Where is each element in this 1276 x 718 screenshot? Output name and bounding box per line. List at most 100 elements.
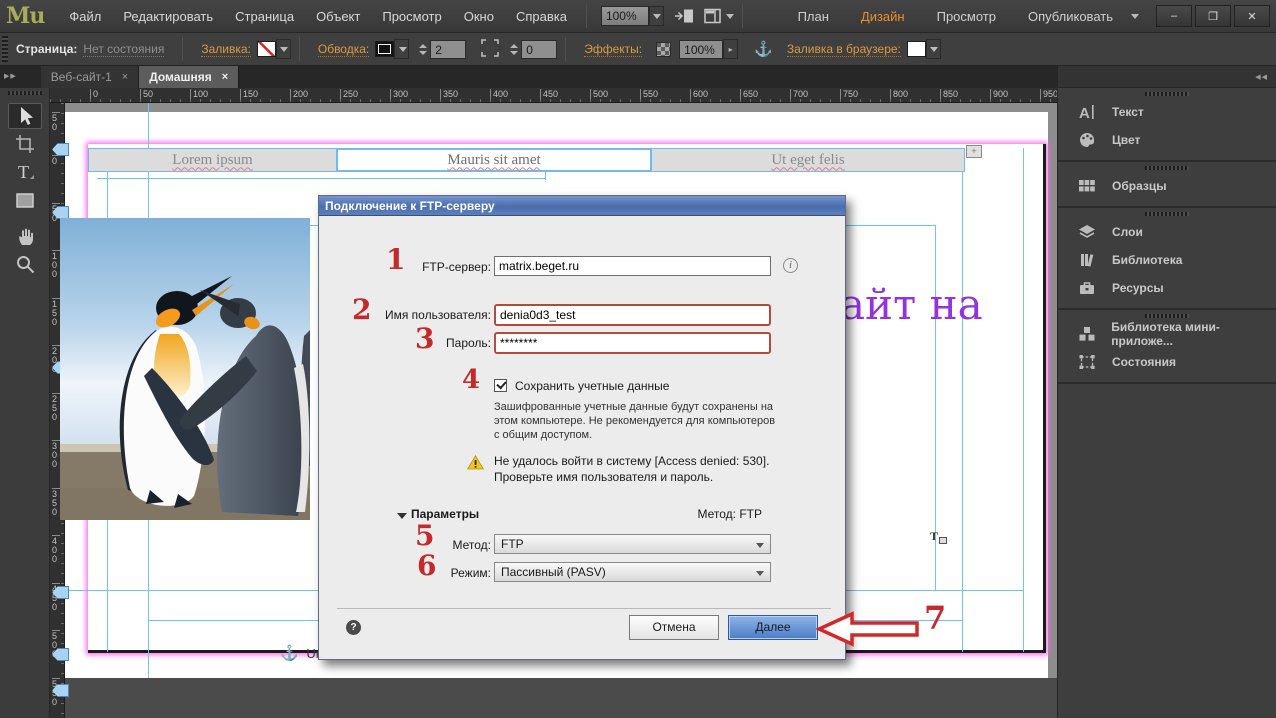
- corner-radius-value[interactable]: 0: [521, 40, 557, 59]
- corner-radius-stepper[interactable]: [510, 44, 518, 55]
- element-handle-icon[interactable]: +: [966, 145, 982, 158]
- dialog-titlebar[interactable]: Подключение к FTP-серверу: [319, 196, 845, 216]
- fill-swatch-none[interactable]: [257, 41, 276, 57]
- mode-preview[interactable]: Просмотр: [921, 0, 1012, 33]
- horizontal-ruler[interactable]: 0501001502002503003504004505005506006507…: [50, 88, 1057, 103]
- panel-grip[interactable]: [1145, 92, 1189, 96]
- nav-item-lorem-ipsum[interactable]: Lorem ipsum: [89, 149, 337, 171]
- panel-assets[interactable]: Ресурсы: [1058, 274, 1276, 302]
- stroke-dropdown-button[interactable]: [394, 39, 409, 59]
- mode-design[interactable]: Дизайн: [845, 0, 921, 33]
- stroke-width-stepper[interactable]: [419, 44, 427, 55]
- ftp-server-input[interactable]: [494, 256, 771, 276]
- menu-view[interactable]: Просмотр: [371, 0, 452, 33]
- panel-grip[interactable]: [1145, 314, 1189, 318]
- window-close-button[interactable]: ✕: [1234, 5, 1270, 27]
- stroke-swatch[interactable]: [375, 41, 394, 57]
- effects-label[interactable]: Эффекты:: [584, 42, 642, 57]
- effects-opacity-value[interactable]: 100%: [679, 40, 723, 59]
- new-page-icon[interactable]: [674, 8, 694, 24]
- panel-grip[interactable]: [8, 91, 42, 95]
- menu-file[interactable]: Файл: [58, 0, 112, 33]
- divider: [586, 4, 587, 28]
- menu-window[interactable]: Окно: [453, 0, 505, 33]
- text-frame-icon[interactable]: T: [930, 529, 947, 544]
- save-credentials-checkbox[interactable]: [494, 379, 507, 392]
- guide-line[interactable]: [1023, 148, 1024, 652]
- nav-item-mauris-sit-amet[interactable]: Mauris sit amet: [337, 149, 652, 171]
- guide-line[interactable]: [962, 148, 963, 652]
- panel-states[interactable]: Состояния: [1058, 348, 1276, 376]
- fill-dropdown-button[interactable]: [276, 39, 291, 59]
- panel-color[interactable]: Цвет: [1058, 126, 1276, 154]
- zoom-tool[interactable]: [8, 251, 42, 277]
- text-tool[interactable]: T: [8, 159, 42, 185]
- window-restore-button[interactable]: ❐: [1195, 5, 1231, 27]
- rectangle-tool[interactable]: [8, 187, 42, 213]
- menu-widget: Lorem ipsum Mauris sit amet Ut eget feli…: [88, 148, 965, 172]
- effects-expand-button[interactable]: ▸: [723, 39, 738, 59]
- effects-opacity-icon[interactable]: [656, 42, 671, 57]
- pasteboard-lower: [65, 678, 1057, 718]
- mode-plan[interactable]: План: [782, 0, 845, 33]
- selection-arrow-icon: [14, 105, 36, 127]
- fill-label[interactable]: Заливка:: [201, 42, 251, 57]
- ruler-label: 0: [90, 89, 98, 99]
- ruler-label: 600: [690, 89, 708, 99]
- window-minimize-button[interactable]: –: [1156, 5, 1192, 27]
- browser-fill-dropdown-button[interactable]: [926, 39, 941, 59]
- annotation-number-6: 6: [417, 552, 436, 580]
- crop-tool[interactable]: [8, 131, 42, 157]
- mode-publish[interactable]: Опубликовать: [1012, 0, 1129, 33]
- red-arrow-annotation: [816, 610, 920, 653]
- collapse-panels-icon[interactable]: ◀◀: [1255, 73, 1268, 81]
- page-state-value[interactable]: Нет состояния: [83, 42, 164, 57]
- tab-close-icon[interactable]: ×: [222, 71, 228, 83]
- info-icon[interactable]: i: [783, 258, 798, 273]
- panel-swatches[interactable]: Образцы: [1058, 172, 1276, 200]
- panel-grip[interactable]: [1145, 212, 1189, 216]
- browser-fill-label[interactable]: Заливка в браузере:: [787, 42, 901, 57]
- method-select[interactable]: FTP: [494, 534, 771, 554]
- browser-fill-swatch[interactable]: [907, 41, 926, 57]
- help-icon[interactable]: ?: [346, 620, 361, 635]
- publish-dropdown-icon[interactable]: [1131, 14, 1139, 19]
- section-collapse-icon[interactable]: [397, 513, 407, 519]
- ruler-label: 350: [52, 488, 60, 517]
- panel-grip[interactable]: [2, 36, 8, 62]
- ruler-label: 200: [290, 89, 308, 99]
- username-input[interactable]: [494, 304, 771, 326]
- hand-tool[interactable]: [8, 223, 42, 249]
- ruler-label: 450: [540, 89, 558, 99]
- penguins-image[interactable]: [60, 218, 310, 520]
- next-button[interactable]: Далее: [728, 615, 818, 640]
- guide-line[interactable]: [97, 178, 545, 179]
- menu-page[interactable]: Страница: [224, 0, 305, 33]
- tab-website-1[interactable]: Веб-сайт-1 ×: [41, 66, 139, 88]
- anchor-tool-icon[interactable]: ⚓: [754, 40, 773, 58]
- menu-help[interactable]: Справка: [505, 0, 578, 33]
- page-anchor-label[interactable]: ⚓ Un: [276, 644, 323, 662]
- tab-close-icon[interactable]: ×: [122, 71, 128, 83]
- page-headline-text[interactable]: айт на: [840, 280, 983, 329]
- library-icon: [1076, 251, 1098, 269]
- password-input[interactable]: [494, 332, 771, 354]
- stroke-label[interactable]: Обводка:: [318, 42, 369, 57]
- panel-text[interactable]: A Текст: [1058, 98, 1276, 126]
- expand-left-panel-icon[interactable]: ▶▶: [4, 72, 17, 80]
- panel-layers[interactable]: Слои: [1058, 218, 1276, 246]
- panel-widgets-library[interactable]: Библиотека мини-приложе...: [1058, 320, 1276, 348]
- cancel-button[interactable]: Отмена: [629, 615, 719, 640]
- panel-library[interactable]: Библиотека: [1058, 246, 1276, 274]
- mode-select[interactable]: Пассивный (PASV): [494, 562, 771, 582]
- zoom-dropdown-button[interactable]: [649, 6, 664, 26]
- tab-home[interactable]: Домашняя ×: [139, 66, 239, 88]
- panel-grip[interactable]: [1145, 166, 1189, 170]
- panels-layout-icon[interactable]: [704, 8, 734, 24]
- selection-tool[interactable]: [8, 103, 42, 129]
- menu-edit[interactable]: Редактировать: [112, 0, 224, 33]
- nav-item-ut-eget-felis[interactable]: Ut eget felis: [652, 149, 964, 171]
- zoom-level-input[interactable]: 100%: [601, 6, 649, 26]
- menu-object[interactable]: Объект: [305, 0, 371, 33]
- stroke-width-value[interactable]: 2: [430, 40, 466, 59]
